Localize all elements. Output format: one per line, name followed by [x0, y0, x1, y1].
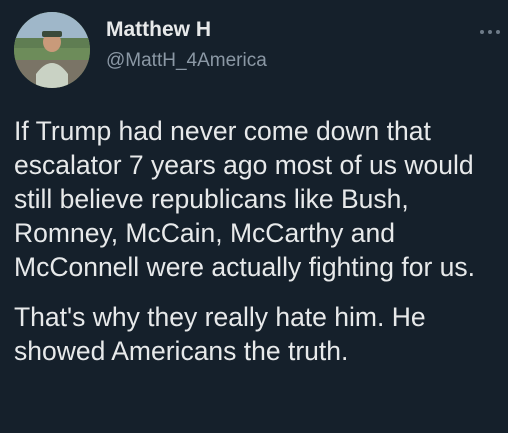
- tweet-card: Matthew H @MattH_4America If Trump had n…: [0, 0, 508, 433]
- user-handle[interactable]: @MattH_4America: [106, 50, 267, 72]
- tweet-text: If Trump had never come down that escala…: [14, 114, 498, 368]
- tweet-paragraph: That's why they really hate him. He show…: [14, 302, 426, 366]
- avatar[interactable]: [14, 12, 90, 88]
- more-horizontal-icon[interactable]: [480, 26, 500, 38]
- display-name[interactable]: Matthew H: [106, 18, 211, 42]
- tweet-paragraph: If Trump had never come down that escala…: [14, 116, 476, 282]
